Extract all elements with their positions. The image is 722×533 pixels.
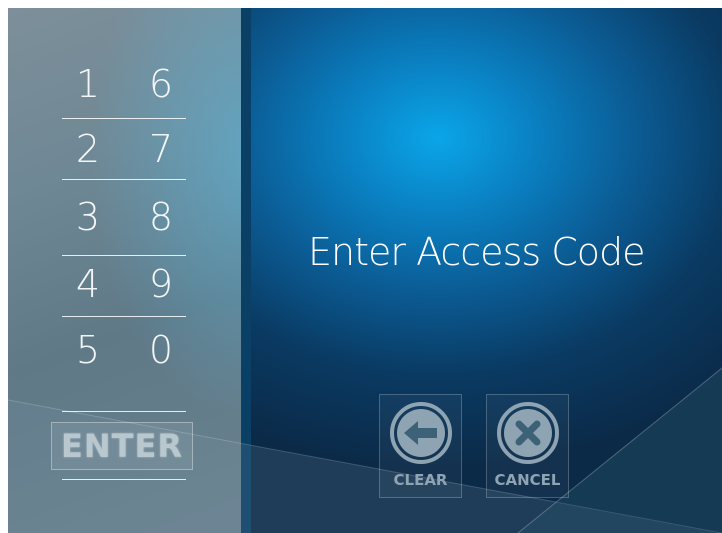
keypad-row-divider [62,479,186,480]
digit-key-7[interactable]: 7 [141,125,181,173]
keypad-row-divider [62,179,186,180]
panel-divider [241,8,251,533]
digit-key-5[interactable]: 5 [68,326,108,374]
keypad-row-divider [62,411,186,412]
digit-key-2[interactable]: 2 [68,125,108,173]
enter-button[interactable]: ENTER [51,422,193,470]
enter-button-label: ENTER [61,427,183,465]
keypad-row-divider [62,118,186,119]
page-title: Enter Access Code [308,230,646,274]
digit-key-6[interactable]: 6 [141,60,181,108]
access-code-screen: 1 6 2 7 3 8 4 9 5 0 ENTER Enter Access C… [8,8,722,533]
digit-key-3[interactable]: 3 [68,193,108,241]
backspace-arrow-icon [390,402,452,464]
cancel-button[interactable]: CANCEL [486,394,569,498]
clear-button[interactable]: CLEAR [379,394,462,498]
digit-key-0[interactable]: 0 [141,326,181,374]
digit-key-9[interactable]: 9 [141,260,181,308]
x-circle-icon [497,402,559,464]
digit-key-4[interactable]: 4 [68,260,108,308]
cancel-button-label: CANCEL [494,471,561,489]
clear-button-label: CLEAR [393,471,448,489]
keypad-row-divider [62,255,186,256]
digit-key-8[interactable]: 8 [141,193,181,241]
keypad-row-divider [62,316,186,317]
digit-key-1[interactable]: 1 [68,60,108,108]
